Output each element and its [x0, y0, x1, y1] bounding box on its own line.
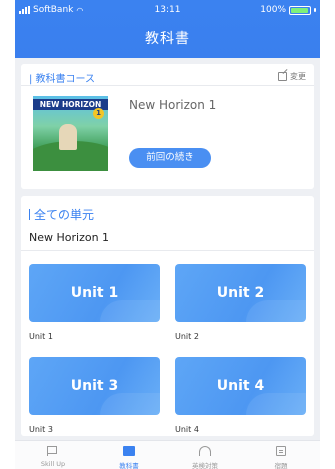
tab-eiken[interactable]: 英検対策 [167, 441, 243, 469]
units-section-title: 全ての単元 [29, 206, 94, 223]
course-card-header: | 教科書コース 変更 [21, 64, 314, 86]
edit-icon [278, 72, 287, 81]
unit-1-tile[interactable]: Unit 1 [29, 264, 160, 322]
units-card: 全ての単元 New Horizon 1 Unit 1 Unit 1 Unit 2… [21, 196, 314, 436]
book-icon [123, 446, 135, 456]
status-bar: SoftBank ◠ 13:11 100% [15, 5, 320, 19]
units-book-name: New Horizon 1 [29, 231, 110, 244]
app-header: SoftBank ◠ 13:11 100% 教科書 [15, 0, 320, 58]
change-course-button[interactable]: 変更 [278, 71, 306, 82]
battery-icon [289, 5, 311, 15]
course-card: | 教科書コース 変更 NEW HORIZON 1 New Horizon 1 … [21, 64, 314, 189]
change-label: 変更 [290, 72, 306, 81]
tab-label: 宿題 [274, 462, 288, 469]
tab-label: 英検対策 [192, 462, 218, 469]
page-title: 教科書 [145, 31, 190, 47]
tab-label: 教科書 [119, 462, 139, 469]
resume-button[interactable]: 前回の続き [129, 148, 211, 168]
unit-2-label: Unit 2 [175, 332, 199, 341]
unit-4-tile[interactable]: Unit 4 [175, 357, 306, 415]
battery-indicator: 100% [260, 5, 316, 15]
cover-grade-badge: 1 [93, 108, 104, 119]
textbook-name: New Horizon 1 [129, 98, 217, 112]
flag-icon [47, 446, 59, 456]
headphones-icon [199, 446, 211, 456]
course-section-title: | 教科書コース [29, 74, 96, 85]
unit-3-label: Unit 3 [29, 425, 53, 434]
unit-3-tile[interactable]: Unit 3 [29, 357, 160, 415]
tab-label: Skill Up [40, 460, 66, 468]
tab-textbook[interactable]: 教科書 [91, 441, 167, 469]
unit-4-label: Unit 4 [175, 425, 199, 434]
unit-1-label: Unit 1 [29, 332, 53, 341]
document-icon [276, 446, 286, 456]
textbook-cover[interactable]: NEW HORIZON 1 [33, 96, 108, 171]
unit-2-tile[interactable]: Unit 2 [175, 264, 306, 322]
tab-bar: Skill Up 教科書 英検対策 宿題 [15, 440, 320, 469]
battery-percent: 100% [260, 5, 286, 15]
tab-homework[interactable]: 宿題 [243, 441, 319, 469]
tab-skill-up[interactable]: Skill Up [15, 441, 91, 469]
app-screen: SoftBank ◠ 13:11 100% 教科書 | 教科書コース 変更 NE… [15, 0, 320, 469]
